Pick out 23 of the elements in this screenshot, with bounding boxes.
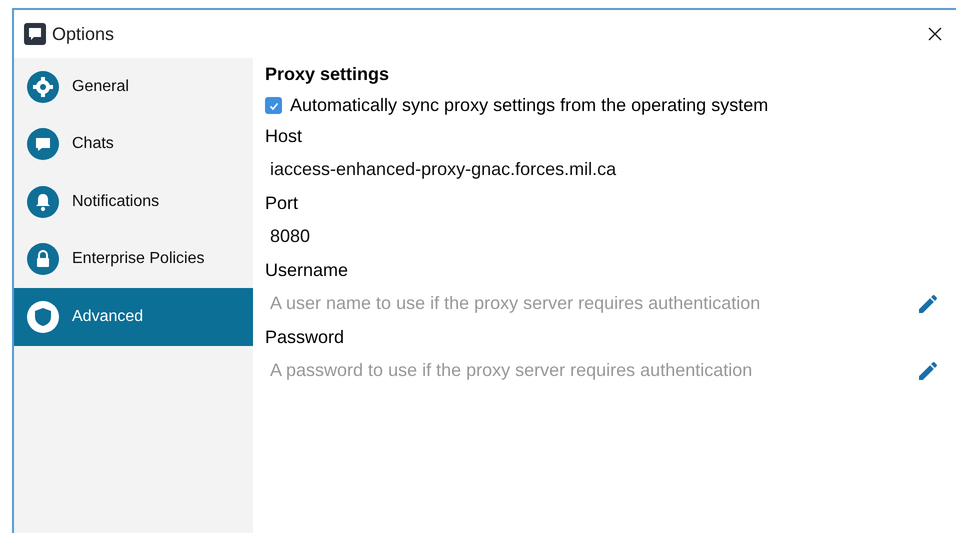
chat-bubble-icon — [24, 23, 46, 45]
chat-bubble-icon — [27, 128, 59, 160]
field-label: Port — [265, 192, 300, 215]
field-label: Password — [265, 326, 346, 349]
sidebar-item[interactable]: Enterprise Policies — [14, 230, 253, 288]
checkbox-label: Automatically sync proxy settings from the operating system — [290, 95, 768, 116]
window-title: Options — [52, 24, 114, 44]
input-field[interactable]: 8080 — [265, 226, 942, 247]
sidebar-item[interactable]: Notifications — [14, 173, 253, 230]
checkbox[interactable] — [265, 97, 282, 114]
sidebar-item[interactable]: General — [14, 58, 253, 116]
sidebar-item[interactable]: Advanced — [14, 288, 253, 346]
field-label: Host — [265, 125, 304, 148]
sidebar-item[interactable]: Chats — [14, 116, 253, 173]
shield-icon — [27, 300, 59, 333]
input-field[interactable]: A user name to use if the proxy server requires authentication — [265, 293, 916, 314]
section-title: Proxy settings — [265, 64, 390, 85]
lock-icon — [27, 243, 59, 276]
input-field[interactable]: A password to use if the proxy server requires authentication — [265, 360, 916, 381]
field-label: Username — [265, 259, 350, 282]
bell-icon — [27, 186, 59, 218]
input-field[interactable]: iaccess-enhanced-proxy-gnac.forces.mil.ca — [265, 159, 942, 180]
close-icon — [928, 27, 942, 41]
